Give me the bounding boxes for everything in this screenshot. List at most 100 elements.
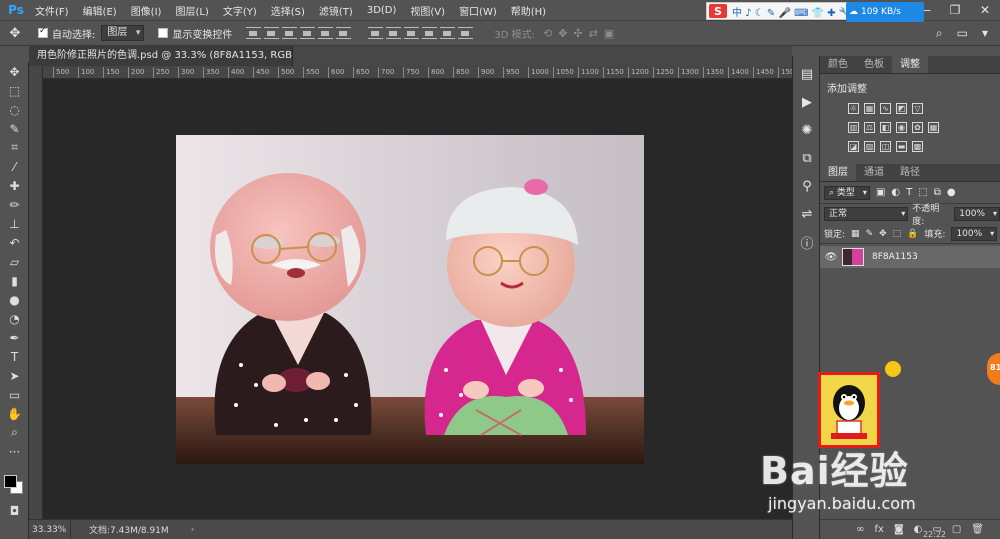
- align-right-icon[interactable]: [336, 27, 352, 39]
- smart-object-filter-icon[interactable]: ⧉: [934, 187, 941, 198]
- actions-play-icon[interactable]: ▶: [793, 88, 821, 116]
- clone-stamp-tool-icon[interactable]: ⊥: [0, 214, 29, 233]
- tool-presets-icon[interactable]: ⚲: [793, 172, 821, 200]
- crop-tool-icon[interactable]: ⌗: [0, 138, 29, 157]
- workspace-icon[interactable]: ▭: [957, 26, 968, 40]
- menu-layer[interactable]: 图层(L): [168, 3, 215, 18]
- tab-paths[interactable]: 路径: [892, 164, 928, 181]
- threshold-icon[interactable]: ◫: [880, 141, 891, 152]
- tab-layers[interactable]: 图层: [820, 164, 856, 181]
- selective-color-icon[interactable]: ▩: [912, 141, 923, 152]
- gradient-map-icon[interactable]: ▬: [896, 141, 907, 152]
- marquee-tool-icon[interactable]: ⬚: [0, 81, 29, 100]
- layer-style-icon[interactable]: fx: [875, 524, 884, 535]
- eye-icon[interactable]: 👁: [820, 252, 842, 263]
- posterize-icon[interactable]: ▨: [864, 141, 875, 152]
- history-brush-tool-icon[interactable]: ↶: [0, 233, 29, 252]
- tab-color[interactable]: 颜色: [820, 56, 856, 73]
- quick-select-tool-icon[interactable]: ✎: [0, 119, 29, 138]
- gradient-tool-icon[interactable]: ▮: [0, 271, 29, 290]
- lasso-tool-icon[interactable]: ◌: [0, 100, 29, 119]
- vibrance-icon[interactable]: ▽: [912, 103, 923, 114]
- zoom-level[interactable]: 33.33%: [29, 519, 71, 539]
- history-icon[interactable]: ▤: [793, 60, 821, 88]
- distribute-top-icon[interactable]: [368, 27, 384, 39]
- levels-icon[interactable]: ▦: [864, 103, 875, 114]
- layer-row[interactable]: 👁 8F8A1153: [820, 246, 1000, 268]
- close-icon[interactable]: ✕: [970, 0, 1000, 20]
- menu-window[interactable]: 窗口(W): [452, 3, 504, 18]
- curves-icon[interactable]: ∿: [880, 103, 891, 114]
- document-tab[interactable]: 用色阶修正照片的色调.psd @ 33.3% (8F8A1153, RGB/8*…: [29, 46, 293, 66]
- shape-filter-icon[interactable]: ⬚: [918, 187, 927, 198]
- lock-position-icon[interactable]: ✥: [879, 229, 887, 239]
- menu-image[interactable]: 图像(I): [124, 3, 169, 18]
- invert-icon[interactable]: ◪: [848, 141, 859, 152]
- black-white-icon[interactable]: ◧: [880, 122, 891, 133]
- shape-tool-icon[interactable]: ▭: [0, 385, 29, 404]
- type-tool-icon[interactable]: T: [0, 347, 29, 366]
- color-balance-icon[interactable]: ⚖: [864, 122, 875, 133]
- lock-transparent-icon[interactable]: ▦: [851, 229, 860, 239]
- lock-artboard-icon[interactable]: ⬚: [893, 229, 902, 239]
- hand-tool-icon[interactable]: ✋: [0, 404, 29, 423]
- brush-tool-icon[interactable]: ✏: [0, 195, 29, 214]
- canvas-area[interactable]: [43, 79, 792, 519]
- distribute-hcenter-icon[interactable]: [440, 27, 456, 39]
- brightness-icon[interactable]: ☼: [848, 103, 859, 114]
- align-vcenter-icon[interactable]: [264, 27, 280, 39]
- hue-saturation-icon[interactable]: ▥: [848, 122, 859, 133]
- pixel-filter-icon[interactable]: ▣: [876, 187, 885, 198]
- brush-settings-icon[interactable]: ✺: [793, 116, 821, 144]
- menu-file[interactable]: 文件(F): [28, 3, 76, 18]
- properties-sliders-icon[interactable]: ⇌: [793, 200, 821, 228]
- align-left-icon[interactable]: [300, 27, 316, 39]
- adjustment-filter-icon[interactable]: ◐: [891, 187, 900, 198]
- show-transform-checkbox[interactable]: [158, 28, 169, 38]
- filter-toggle-icon[interactable]: ●: [947, 187, 956, 198]
- quick-mask-icon[interactable]: ◘: [0, 501, 29, 520]
- auto-select-checkbox[interactable]: [38, 26, 48, 38]
- color-lookup-icon[interactable]: ▦: [928, 122, 939, 133]
- menu-filter[interactable]: 滤镜(T): [312, 3, 360, 18]
- menu-3d[interactable]: 3D(D): [360, 5, 404, 16]
- eraser-tool-icon[interactable]: ▱: [0, 252, 29, 271]
- network-speed-widget[interactable]: ☁ 109 KB/s: [846, 2, 924, 22]
- add-mask-icon[interactable]: ◙: [894, 524, 904, 535]
- lightbulb-icon[interactable]: [885, 361, 901, 377]
- lock-all-icon[interactable]: 🔒: [907, 229, 918, 239]
- sogou-ime-toolbar[interactable]: S 中 ♪ ☾ ✎ 🎤 ⌨ 👕 ✚ 🔧: [706, 2, 856, 20]
- auto-select-dropdown[interactable]: 图层: [101, 25, 145, 41]
- color-swatches[interactable]: [0, 461, 29, 501]
- zoom-tool-icon[interactable]: ⌕: [0, 423, 29, 442]
- move-tool-icon[interactable]: ✥: [0, 62, 29, 81]
- info-icon[interactable]: ⓘ: [793, 228, 821, 256]
- 3d-mode-icons[interactable]: ⟲✥✣⇄▣: [543, 27, 620, 40]
- menu-type[interactable]: 文字(Y): [216, 3, 264, 18]
- foreground-color-swatch[interactable]: [4, 475, 17, 488]
- distribute-vcenter-icon[interactable]: [386, 27, 402, 39]
- pen-tool-icon[interactable]: ✒: [0, 328, 29, 347]
- tab-channels[interactable]: 通道: [856, 164, 892, 181]
- distribute-bottom-icon[interactable]: [404, 27, 420, 39]
- delete-layer-icon[interactable]: 🗑: [971, 524, 984, 535]
- menu-help[interactable]: 帮助(H): [504, 3, 553, 18]
- menu-select[interactable]: 选择(S): [264, 3, 312, 18]
- eyedropper-tool-icon[interactable]: ⁄: [0, 157, 29, 176]
- fill-field[interactable]: 100%: [951, 226, 998, 241]
- distribute-right-icon[interactable]: [458, 27, 474, 39]
- align-bottom-icon[interactable]: [282, 27, 298, 39]
- photo-filter-icon[interactable]: ◉: [896, 122, 907, 133]
- workspace-dropdown-icon[interactable]: ▾: [982, 26, 996, 40]
- blur-tool-icon[interactable]: ●: [0, 290, 29, 309]
- more-tools-icon[interactable]: ···: [0, 442, 29, 461]
- path-select-tool-icon[interactable]: ➤: [0, 366, 29, 385]
- menu-edit[interactable]: 编辑(E): [76, 3, 124, 18]
- opacity-field[interactable]: 100%: [954, 207, 1000, 221]
- search-icon[interactable]: ⌕: [936, 26, 943, 41]
- clone-source-icon[interactable]: ⧉: [793, 144, 821, 172]
- qq-pet-widget[interactable]: [818, 372, 880, 448]
- link-layers-icon[interactable]: ∞: [856, 524, 864, 535]
- channel-mixer-icon[interactable]: ✿: [912, 122, 923, 133]
- floating-badge[interactable]: 81: [987, 353, 1000, 385]
